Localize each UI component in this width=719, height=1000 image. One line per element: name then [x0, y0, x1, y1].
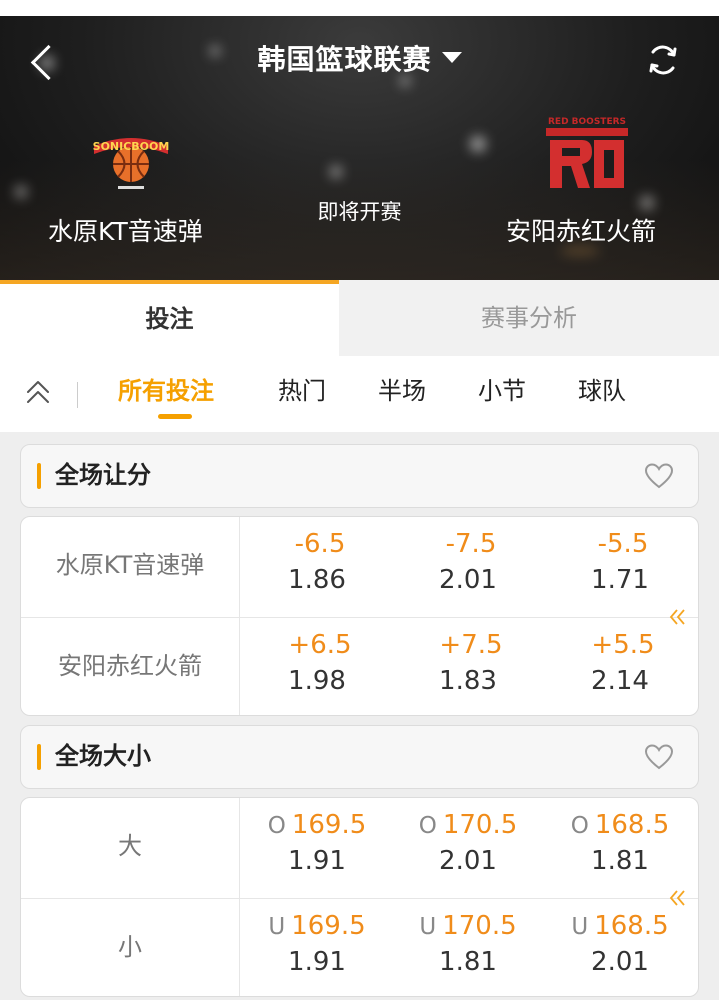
odds-price: 2.01: [591, 947, 649, 977]
odds-price: 1.83: [439, 666, 497, 696]
match-header: 韩国篮球联赛 SONICBOOM 水原KT音速弹 即将开赛 RED BOOSTE…: [0, 16, 719, 280]
main-tabs: 投注 赛事分析: [0, 280, 719, 356]
odds-line-value: 168.5: [594, 810, 670, 840]
odds-price: 1.71: [591, 565, 649, 595]
odds-line: O 169.5: [242, 810, 392, 840]
row-label: 小: [118, 933, 142, 961]
row-label: 大: [118, 832, 142, 860]
subnav-all-bets[interactable]: 所有投注: [118, 356, 214, 432]
section-title: 全场大小: [55, 742, 151, 770]
heart-icon[interactable]: [644, 462, 674, 490]
odds-price: 1.98: [288, 666, 346, 696]
odds-button[interactable]: +5.5 2.14: [545, 618, 695, 715]
section-header-handicap[interactable]: 全场让分: [20, 444, 699, 508]
odds-button[interactable]: -6.5 1.86: [242, 517, 392, 617]
double-chevron-left-icon[interactable]: [668, 607, 688, 627]
away-logo-wordmark: RED BOOSTERS: [548, 117, 626, 127]
odds-line: U 169.5: [242, 911, 392, 941]
odds-line: -5.5: [545, 529, 695, 559]
odds-price: 1.81: [591, 846, 649, 876]
odds-price: 2.01: [439, 565, 497, 595]
column-divider: [239, 798, 240, 996]
odds-button[interactable]: O 168.5 1.81: [545, 798, 695, 898]
odds-price: 1.86: [288, 565, 346, 595]
odds-prefix: U: [268, 914, 286, 940]
odds-line-value: 169.5: [291, 911, 366, 941]
bet-category-nav: 所有投注 热门 半场 小节 球队: [0, 356, 719, 432]
odds-button[interactable]: -7.5 2.01: [393, 517, 543, 617]
home-team-logo: SONICBOOM: [93, 138, 170, 189]
section-header-total[interactable]: 全场大小: [20, 725, 699, 789]
odds-card-total: 大 O 169.5 1.91 O 170.5 2.01 O 168.5 1.81 小 …: [20, 797, 699, 997]
odds-line: U 168.5: [545, 911, 695, 941]
heart-icon[interactable]: [644, 743, 674, 771]
odds-line-value: 170.5: [442, 810, 518, 840]
subnav-popular[interactable]: 热门: [278, 356, 326, 432]
odds-line: O 170.5: [393, 810, 543, 840]
subnav-quarter[interactable]: 小节: [478, 356, 526, 432]
odds-button[interactable]: O 170.5 2.01: [393, 798, 543, 898]
refresh-icon[interactable]: [645, 42, 681, 78]
odds-line: -6.5: [242, 529, 392, 559]
tab-bet[interactable]: 投注: [0, 280, 339, 356]
odds-button[interactable]: -5.5 1.71: [545, 517, 695, 617]
odds-line: U 170.5: [393, 911, 543, 941]
odds-price: 2.01: [439, 846, 497, 876]
tab-match-analysis[interactable]: 赛事分析: [339, 280, 719, 356]
odds-price: 1.91: [288, 947, 346, 977]
odds-line-value: -6.5: [294, 529, 346, 559]
odds-prefix: U: [571, 914, 589, 940]
odds-line: +6.5: [242, 630, 392, 660]
odds-line-value: -5.5: [597, 529, 649, 559]
odds-price: 2.14: [591, 666, 649, 696]
odds-line-value: 169.5: [291, 810, 367, 840]
arena-light: [470, 136, 486, 152]
subnav-team[interactable]: 球队: [578, 356, 626, 432]
row-label: 安阳赤红火箭: [58, 652, 202, 680]
odds-button[interactable]: U 168.5 2.01: [545, 899, 695, 996]
nav-divider: [77, 382, 78, 408]
odds-line-value: +6.5: [288, 630, 352, 660]
odds-prefix: O: [267, 813, 286, 839]
odds-button[interactable]: U 169.5 1.91: [242, 899, 392, 996]
row-label: 水原KT音速弹: [55, 551, 205, 579]
away-team-logo: RED BOOSTERS: [546, 117, 628, 188]
double-chevron-left-icon[interactable]: [668, 888, 688, 908]
odds-price: 1.91: [288, 846, 346, 876]
subnav-half-time[interactable]: 半场: [378, 356, 426, 432]
section-accent-bar: [37, 744, 41, 770]
odds-line-value: 168.5: [594, 911, 669, 941]
odds-line: +7.5: [393, 630, 543, 660]
odds-prefix: O: [418, 813, 437, 839]
section-accent-bar: [37, 463, 41, 489]
status-bar: [0, 0, 719, 16]
section-title: 全场让分: [55, 461, 151, 489]
odds-line-value: +5.5: [591, 630, 655, 660]
home-logo-wordmark: SONICBOOM: [93, 140, 170, 153]
odds-card-handicap: 水原KT音速弹 -6.5 1.86 -7.5 2.01 -5.5 1.71 安阳…: [20, 516, 699, 716]
odds-line: O 168.5: [545, 810, 695, 840]
odds-line-value: +7.5: [439, 630, 503, 660]
column-divider: [239, 517, 240, 715]
active-tab-indicator: [158, 414, 192, 419]
odds-button[interactable]: +7.5 1.83: [393, 618, 543, 715]
odds-line-value: -7.5: [445, 529, 497, 559]
away-team-name: 安阳赤红火箭: [506, 217, 657, 246]
league-title: 韩国篮球联赛: [257, 43, 432, 76]
odds-line: +5.5: [545, 630, 695, 660]
league-selector[interactable]: 韩国篮球联赛: [0, 38, 719, 78]
odds-button[interactable]: O 169.5 1.91: [242, 798, 392, 898]
collapse-icon[interactable]: [24, 376, 52, 412]
odds-line: -7.5: [393, 529, 543, 559]
odds-price: 1.81: [439, 947, 497, 977]
odds-prefix: U: [419, 914, 437, 940]
odds-line-value: 170.5: [442, 911, 517, 941]
odds-button[interactable]: U 170.5 1.81: [393, 899, 543, 996]
odds-button[interactable]: +6.5 1.98: [242, 618, 392, 715]
dropdown-caret-icon: [441, 51, 462, 63]
odds-prefix: O: [570, 813, 589, 839]
